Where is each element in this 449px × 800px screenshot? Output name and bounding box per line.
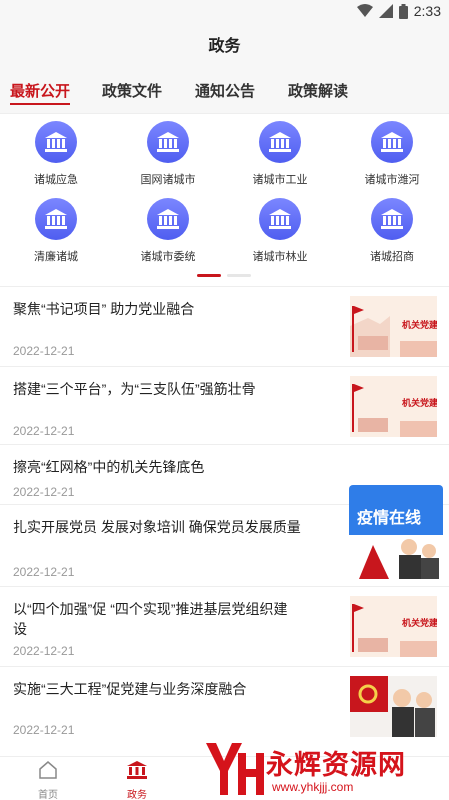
- battery-icon: [398, 3, 408, 19]
- government-building-icon: [259, 121, 301, 163]
- news-date: 2022-12-21: [13, 644, 75, 658]
- news-date: 2022-12-21: [13, 565, 75, 579]
- category-grid: 诸城应急 国网诸城市 诸城市工业 诸城市潍河 清廉诸城 诸城市委统 诸城市林业 …: [0, 114, 449, 286]
- news-date: 2022-12-21: [13, 424, 75, 438]
- news-title: 以“四个加强”促 “四个实现”推进基层党组织建设: [13, 601, 288, 637]
- tab-policy-interpretation[interactable]: 政策解读: [288, 80, 348, 101]
- category-item[interactable]: 诸城市潍河: [336, 121, 448, 187]
- title-bar: 政务: [0, 24, 449, 70]
- category-label: 诸城招商: [370, 251, 414, 263]
- category-item[interactable]: 诸城招商: [336, 198, 448, 264]
- government-building-icon: [259, 198, 301, 240]
- news-title: 实施“三大工程”促党建与业务深度融合: [13, 681, 247, 697]
- category-label: 国网诸城市: [140, 174, 196, 186]
- category-item[interactable]: 诸城市委统: [112, 198, 224, 264]
- category-item[interactable]: 国网诸城市: [112, 121, 224, 187]
- news-date: 2022-12-21: [13, 485, 75, 499]
- category-label: 诸城市潍河: [364, 174, 420, 186]
- watermark-logo: 永辉资源网 www.yhkjjj.com: [200, 735, 449, 800]
- news-item[interactable]: 以“四个加强”促 “四个实现”推进基层党组织建设 2022-12-21 机关党建: [0, 586, 449, 666]
- government-building-icon: [147, 121, 189, 163]
- home-icon: [39, 761, 57, 779]
- thumb-caption: 机关党建: [402, 397, 437, 409]
- tab-latest-disclosure[interactable]: 最新公开: [10, 80, 70, 101]
- news-thumbnail: 疫情在线: [349, 485, 443, 579]
- thumb-caption: 疫情在线: [357, 508, 421, 527]
- nav-home[interactable]: 首页: [13, 761, 83, 800]
- watermark-text: 永辉资源网: [266, 750, 406, 780]
- news-title: 聚焦“书记项目” 助力党业融合: [13, 301, 195, 317]
- news-thumbnail: 机关党建: [350, 376, 437, 437]
- news-date: 2022-12-21: [13, 723, 75, 737]
- category-label: 诸城市林业: [252, 251, 308, 263]
- thumb-caption: 机关党建: [402, 319, 437, 331]
- news-date: 2022-12-21: [13, 344, 75, 358]
- category-item[interactable]: 清廉诸城: [0, 198, 112, 264]
- nav-government[interactable]: 政务: [102, 761, 172, 800]
- government-building-icon: [371, 121, 413, 163]
- wifi-icon: [356, 4, 373, 17]
- government-building-icon: [147, 198, 189, 240]
- signal-icon: [378, 4, 393, 18]
- nav-label: 首页: [38, 790, 58, 800]
- government-building-icon: [371, 198, 413, 240]
- news-thumbnail: 机关党建: [350, 296, 437, 357]
- status-bar: 2:33: [0, 0, 449, 24]
- thumb-caption: 机关党建: [402, 617, 437, 629]
- tab-bar: 最新公开 政策文件 通知公告 政策解读: [0, 70, 449, 114]
- category-label: 诸城市工业: [252, 174, 308, 186]
- news-thumbnail: [350, 676, 437, 737]
- category-label: 诸城市委统: [140, 251, 196, 263]
- news-item[interactable]: 聚焦“书记项目” 助力党业融合 2022-12-21 机关党建: [0, 286, 449, 366]
- news-title: 搭建“三个平台”，为“三支队伍”强筋壮骨: [13, 381, 256, 397]
- category-item[interactable]: 诸城市林业: [224, 198, 336, 264]
- government-icon: [127, 761, 147, 779]
- active-tab-indicator: [10, 103, 70, 105]
- category-item[interactable]: 诸城应急: [0, 121, 112, 187]
- government-building-icon: [35, 198, 77, 240]
- watermark-url: www.yhkjjj.com: [272, 780, 354, 794]
- page-title: 政务: [208, 38, 241, 55]
- category-label: 诸城应急: [34, 174, 78, 186]
- category-item[interactable]: 诸城市工业: [224, 121, 336, 187]
- pager-dot-active: [197, 274, 221, 277]
- news-title: 扎实开展党员 发展对象培训 确保党员发展质量: [13, 519, 301, 535]
- nav-label: 政务: [127, 790, 147, 800]
- tab-notices[interactable]: 通知公告: [195, 80, 255, 101]
- status-icons: 2:33: [356, 3, 441, 19]
- news-thumbnail: 机关党建: [350, 596, 437, 657]
- news-title: 擦亮“红网格”中的机关先锋底色: [13, 459, 205, 475]
- pager-dot: [227, 274, 251, 277]
- status-time: 2:33: [413, 3, 441, 19]
- category-label: 清廉诸城: [34, 251, 78, 263]
- tab-policy-documents[interactable]: 政策文件: [102, 80, 162, 101]
- news-item[interactable]: 扎实开展党员 发展对象培训 确保党员发展质量 2022-12-21 疫情在线: [0, 485, 449, 586]
- government-building-icon: [35, 121, 77, 163]
- news-item[interactable]: 搭建“三个平台”，为“三支队伍”强筋壮骨 2022-12-21 机关党建: [0, 366, 449, 444]
